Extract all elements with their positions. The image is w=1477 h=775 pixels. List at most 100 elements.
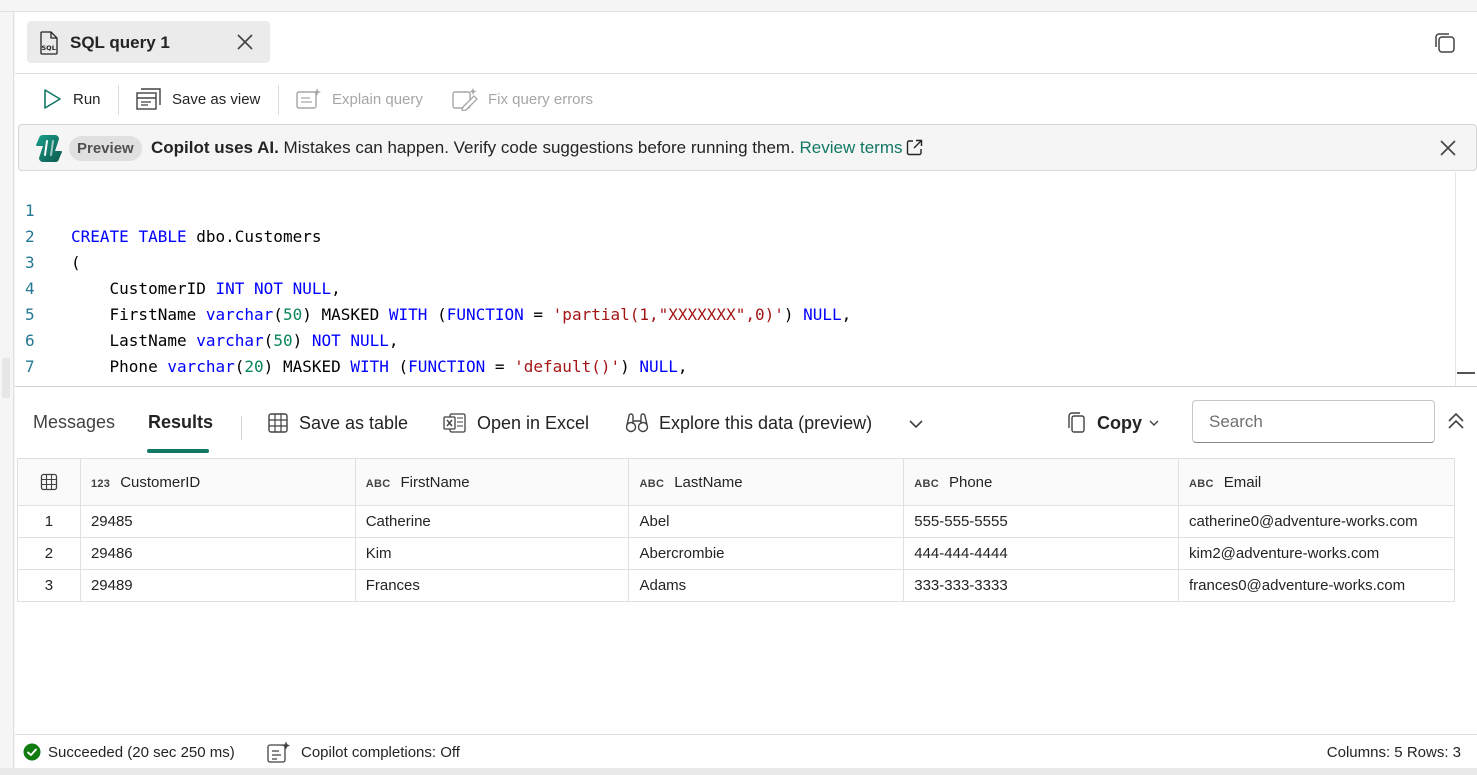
code-line: 4 FirstName varchar(50) MASKED WITH (FUN…: [15, 250, 851, 324]
cell-lastname[interactable]: Abercrombie: [628, 537, 905, 570]
save-as-table-label: Save as table: [299, 412, 409, 433]
tab-row: SQL SQL query 1: [15, 12, 1477, 74]
cell-phone[interactable]: 555-555-5555: [903, 505, 1179, 538]
table-row[interactable]: 1 29485 Catherine Abel 555-555-5555 cath…: [17, 505, 1455, 538]
top-strip: [0, 0, 1477, 12]
cell-email[interactable]: kim2@adventure-works.com: [1178, 537, 1455, 570]
row-number: 2: [17, 537, 81, 570]
external-link-icon[interactable]: [906, 139, 923, 156]
cell-customerid[interactable]: 29485: [79, 505, 356, 538]
cell-firstname[interactable]: Catherine: [354, 505, 630, 538]
code-line: 3 CustomerID INT NOT NULL,: [15, 224, 341, 298]
column-name: FirstName: [400, 473, 470, 491]
overview-ruler-mark: [1457, 372, 1475, 374]
left-strip: [0, 12, 14, 775]
binoculars-icon: [625, 413, 649, 433]
cell-email[interactable]: frances0@adventure-works.com: [1178, 569, 1455, 602]
column-header-phone[interactable]: ABC Phone: [903, 458, 1179, 506]
cell-lastname[interactable]: Abel: [628, 505, 905, 538]
run-label: Run: [73, 90, 101, 108]
text-type-icon: ABC: [639, 477, 665, 490]
active-tab-indicator: [147, 449, 209, 453]
select-all-cell[interactable]: [17, 458, 81, 506]
text-type-icon: ABC: [1189, 477, 1214, 490]
column-header-firstname[interactable]: ABC FirstName: [354, 458, 630, 506]
chevron-down-icon[interactable]: [907, 416, 925, 432]
save-as-table-button[interactable]: Save as table: [267, 410, 408, 436]
copy-window-icon[interactable]: [1433, 31, 1457, 55]
fix-query-errors-label: Fix query errors: [488, 90, 594, 108]
column-header-lastname[interactable]: ABC LastName: [628, 458, 905, 506]
save-as-view-button[interactable]: Save as view: [136, 75, 260, 123]
copilot-completions-status[interactable]: Copilot completions: Off: [301, 744, 460, 761]
code-line: 1 CREATE TABLE dbo.Customers: [15, 172, 321, 246]
explain-query-button[interactable]: Explain query: [296, 75, 423, 123]
code-line: 7 Email varchar(50) MASKED WITH (FUNCTIO…: [15, 328, 659, 386]
search-input[interactable]: [1192, 400, 1435, 443]
toolbar-divider: [278, 85, 279, 115]
sql-editor[interactable]: 1 CREATE TABLE dbo.Customers 2 ( 3 Custo…: [15, 172, 1477, 386]
sparkle-doc-icon: [296, 88, 321, 109]
fix-query-errors-button[interactable]: Fix query errors: [452, 75, 593, 123]
pane-splitter[interactable]: [15, 386, 1477, 387]
cell-email[interactable]: catherine0@adventure-works.com: [1178, 505, 1455, 538]
table-row[interactable]: 3 29489 Frances Adams 333-333-3333 franc…: [17, 569, 1455, 602]
cell-lastname[interactable]: Adams: [628, 569, 905, 602]
run-button[interactable]: Run: [41, 75, 101, 123]
cell-phone[interactable]: 444-444-4444: [903, 537, 1179, 570]
code-text: CREATE TABLE dbo.Customers: [71, 227, 322, 246]
editor-toolbar: Run Save as view Explain query Fix query…: [15, 75, 1477, 123]
disclaimer-bold: Copilot uses AI.: [151, 138, 279, 157]
tab-results[interactable]: Results: [148, 412, 213, 433]
column-header-email[interactable]: ABC Email: [1178, 458, 1455, 506]
row-number: 3: [17, 569, 81, 602]
cell-phone[interactable]: 333-333-3333: [903, 569, 1179, 602]
table-icon: [40, 473, 58, 491]
sparkle-fix-icon: [452, 88, 478, 111]
explain-query-label: Explain query: [332, 90, 423, 108]
open-in-excel-label: Open in Excel: [477, 412, 590, 433]
table-icon: [268, 413, 288, 433]
number-type-icon: 123: [90, 477, 111, 490]
toolbar-divider: [118, 85, 119, 115]
column-name: Phone: [948, 473, 993, 491]
play-icon: [44, 89, 61, 109]
review-terms-link[interactable]: Review terms: [800, 138, 903, 157]
editor-scrollbar[interactable]: [1455, 172, 1456, 386]
copilot-completions-icon[interactable]: [267, 741, 291, 763]
left-resize-handle[interactable]: [2, 358, 10, 398]
text-type-icon: ABC: [365, 477, 391, 490]
status-bar: Succeeded (20 sec 250 ms) Copilot comple…: [15, 734, 1477, 768]
code-text: LastName varchar(50) NOT NULL,: [71, 331, 399, 350]
save-as-view-label: Save as view: [172, 90, 261, 108]
toolbar-divider: [241, 416, 242, 440]
open-in-excel-button[interactable]: Open in Excel: [443, 410, 589, 436]
cell-customerid[interactable]: 29486: [79, 537, 356, 570]
table-row[interactable]: 2 29486 Kim Abercrombie 444-444-4444 kim…: [17, 537, 1455, 570]
excel-icon: [443, 413, 466, 433]
header-row: 123 CustomerID ABC FirstName ABC LastName A…: [17, 458, 1455, 506]
tab-messages[interactable]: Messages: [33, 412, 115, 433]
result-summary: Columns: 5 Rows: 3: [1326, 744, 1461, 761]
explore-data-button[interactable]: Explore this data (preview): [625, 410, 872, 436]
results-toolbar: Messages Results Save as table Open in E: [15, 392, 1477, 456]
row-number: 1: [17, 505, 81, 538]
sql-file-icon: SQL: [40, 31, 58, 55]
column-header-customerid[interactable]: 123 CustomerID: [79, 458, 356, 506]
close-icon[interactable]: [233, 30, 257, 54]
code-text: Phone varchar(20) MASKED WITH (FUNCTION …: [71, 357, 688, 376]
cell-firstname[interactable]: Frances: [354, 569, 630, 602]
column-name: LastName: [674, 473, 743, 491]
copy-button[interactable]: Copy: [1067, 410, 1160, 436]
text-type-icon: ABC: [914, 477, 939, 490]
cell-customerid[interactable]: 29489: [79, 569, 356, 602]
close-icon[interactable]: [1437, 137, 1459, 159]
bottom-strip: [0, 768, 1477, 775]
tab-title: SQL query 1: [70, 33, 170, 52]
code-line: 8 );: [15, 354, 92, 386]
tab-sql-query-1[interactable]: SQL SQL query 1: [27, 21, 270, 63]
preview-badge: Preview: [69, 136, 142, 161]
cell-firstname[interactable]: Kim: [354, 537, 630, 570]
chevron-up-double-icon[interactable]: [1445, 410, 1467, 432]
explore-data-label: Explore this data (preview): [659, 412, 873, 433]
